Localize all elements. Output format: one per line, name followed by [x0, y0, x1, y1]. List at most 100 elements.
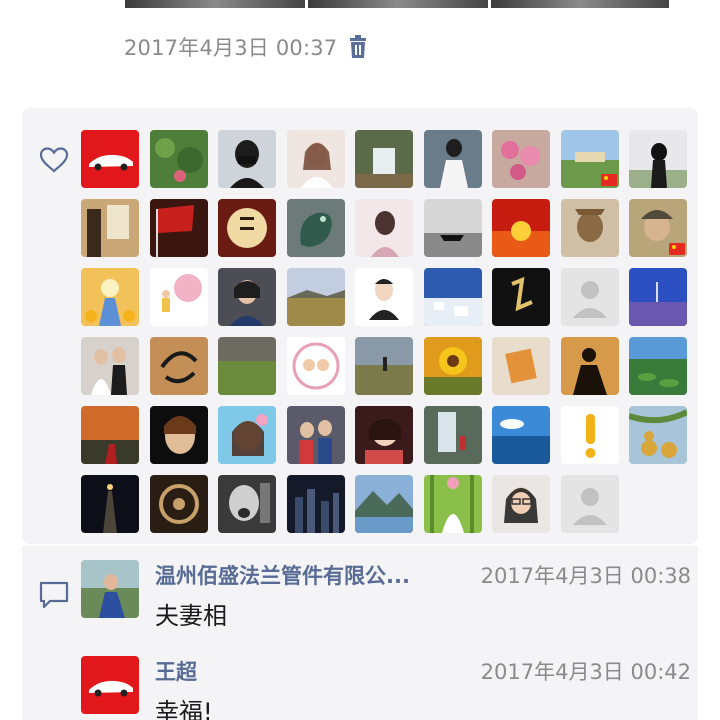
- avatar-image: [561, 475, 619, 533]
- avatar-image: [424, 337, 482, 395]
- avatar-image: [150, 475, 208, 533]
- comment-bubble-icon: [38, 580, 70, 610]
- avatar-image: [81, 268, 139, 326]
- liker-avatar[interactable]: [629, 268, 687, 326]
- avatar-image: [492, 406, 550, 464]
- liker-avatar[interactable]: [150, 199, 208, 257]
- china-flag-icon: [601, 174, 617, 186]
- avatar-image: [150, 406, 208, 464]
- liker-avatar[interactable]: [150, 406, 208, 464]
- liker-avatar[interactable]: [629, 337, 687, 395]
- liker-avatar[interactable]: [81, 337, 139, 395]
- avatar-image: [561, 406, 619, 464]
- avatar-image: [218, 475, 276, 533]
- liker-avatar[interactable]: [424, 199, 482, 257]
- liker-avatar[interactable]: [561, 268, 619, 326]
- liker-avatar[interactable]: [629, 199, 687, 257]
- liker-avatar[interactable]: [287, 406, 345, 464]
- avatar-image: [629, 406, 687, 464]
- liker-avatar[interactable]: [561, 475, 619, 533]
- liker-avatar[interactable]: [218, 130, 276, 188]
- liker-avatar[interactable]: [355, 199, 413, 257]
- liker-avatar[interactable]: [492, 199, 550, 257]
- liker-avatar[interactable]: [492, 475, 550, 533]
- avatar-image: [424, 199, 482, 257]
- liker-avatar[interactable]: [424, 268, 482, 326]
- avatar-image: [287, 199, 345, 257]
- avatar-image: [287, 130, 345, 188]
- avatar-image: [287, 406, 345, 464]
- liker-avatar[interactable]: [81, 475, 139, 533]
- avatar-image: [492, 199, 550, 257]
- liker-avatar[interactable]: [355, 475, 413, 533]
- avatar-image: [218, 337, 276, 395]
- avatar-image: [355, 406, 413, 464]
- liker-avatar[interactable]: [287, 199, 345, 257]
- liker-avatar[interactable]: [492, 406, 550, 464]
- likes-panel: [22, 108, 698, 544]
- photo-thumbnail[interactable]: [308, 0, 488, 8]
- liker-avatar[interactable]: [287, 268, 345, 326]
- commenter-name[interactable]: 王超: [155, 656, 197, 686]
- liker-avatar[interactable]: [424, 406, 482, 464]
- liker-avatar[interactable]: [561, 199, 619, 257]
- liker-avatar[interactable]: [150, 268, 208, 326]
- avatar-image: [492, 130, 550, 188]
- comments-panel: 温州佰盛法兰管件有限公... 2017年4月3日 00:38 夫妻相 王超 20…: [22, 546, 698, 720]
- previous-post-photos-strip: [0, 0, 720, 8]
- avatar-image: [355, 268, 413, 326]
- liker-avatar[interactable]: [355, 268, 413, 326]
- avatar-image: [150, 199, 208, 257]
- liker-avatar[interactable]: [218, 268, 276, 326]
- liker-avatar[interactable]: [81, 130, 139, 188]
- liker-avatar[interactable]: [218, 337, 276, 395]
- avatar-image: [81, 199, 139, 257]
- avatar-image: [492, 475, 550, 533]
- liker-avatar[interactable]: [355, 337, 413, 395]
- avatar-image: [424, 475, 482, 533]
- liker-avatar[interactable]: [218, 475, 276, 533]
- avatar-image: [81, 130, 139, 188]
- liker-avatar[interactable]: [287, 130, 345, 188]
- liker-avatar[interactable]: [492, 268, 550, 326]
- photo-thumbnail[interactable]: [491, 0, 669, 8]
- avatar-image: [424, 130, 482, 188]
- comment-time: 2017年4月3日 00:42: [480, 660, 691, 684]
- liker-avatar[interactable]: [218, 199, 276, 257]
- commenter-avatar[interactable]: [81, 560, 139, 618]
- trash-icon[interactable]: [347, 35, 369, 59]
- liker-avatar[interactable]: [150, 337, 208, 395]
- commenter-avatar[interactable]: [81, 656, 139, 714]
- liker-avatar[interactable]: [424, 337, 482, 395]
- avatar-image: [150, 268, 208, 326]
- liker-avatar[interactable]: [287, 337, 345, 395]
- avatar-image: [287, 337, 345, 395]
- liker-avatar[interactable]: [561, 337, 619, 395]
- avatar-image: [81, 475, 139, 533]
- avatar-image: [561, 268, 619, 326]
- liker-avatar[interactable]: [150, 475, 208, 533]
- liker-avatar[interactable]: [424, 475, 482, 533]
- avatar-image: [629, 268, 687, 326]
- photo-thumbnail[interactable]: [125, 0, 305, 8]
- liker-avatar[interactable]: [218, 406, 276, 464]
- commenter-name[interactable]: 温州佰盛法兰管件有限公...: [155, 560, 410, 590]
- liker-avatar[interactable]: [492, 130, 550, 188]
- liker-avatar[interactable]: [81, 406, 139, 464]
- liker-avatar[interactable]: [355, 406, 413, 464]
- comment-item[interactable]: 温州佰盛法兰管件有限公... 2017年4月3日 00:38 夫妻相: [81, 560, 691, 640]
- liker-avatar[interactable]: [561, 406, 619, 464]
- liker-avatar[interactable]: [81, 199, 139, 257]
- liker-avatar[interactable]: [150, 130, 208, 188]
- liker-avatar[interactable]: [355, 130, 413, 188]
- liker-avatar[interactable]: [629, 406, 687, 464]
- avatar-image: [287, 475, 345, 533]
- avatar-image: [218, 406, 276, 464]
- liker-avatar[interactable]: [561, 130, 619, 188]
- liker-avatar[interactable]: [629, 130, 687, 188]
- comment-item[interactable]: 王超 2017年4月3日 00:42 幸福!: [81, 656, 691, 720]
- liker-avatar[interactable]: [492, 337, 550, 395]
- liker-avatar[interactable]: [424, 130, 482, 188]
- liker-avatar[interactable]: [81, 268, 139, 326]
- liker-avatar[interactable]: [287, 475, 345, 533]
